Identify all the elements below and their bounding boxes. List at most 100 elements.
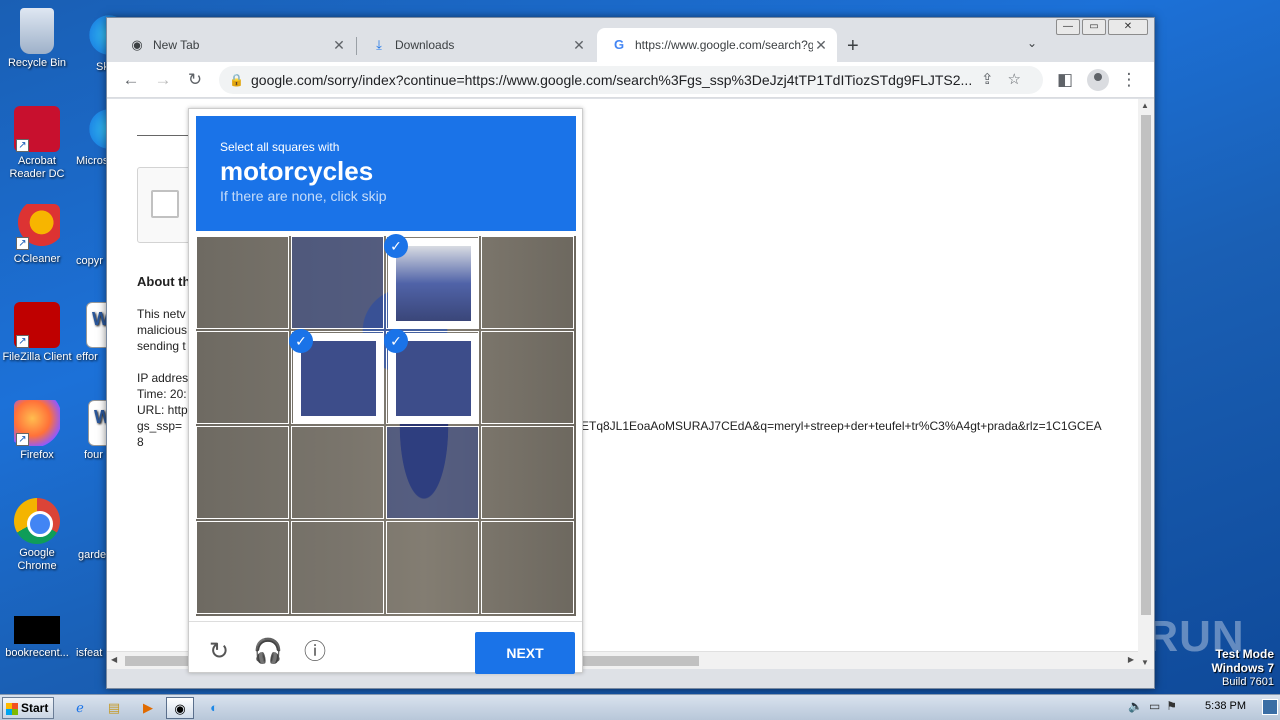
forward-arrow-icon[interactable]: → bbox=[151, 68, 175, 92]
grid-tile-selected[interactable]: ✓ bbox=[289, 329, 384, 424]
grid-tile[interactable] bbox=[196, 331, 289, 424]
profile-avatar-icon[interactable] bbox=[1087, 69, 1109, 91]
show-desktop-button[interactable] bbox=[1262, 699, 1278, 715]
check-icon: ✓ bbox=[384, 329, 408, 353]
url-line: URL: http bbox=[137, 403, 188, 417]
ie-icon[interactable]: ℯ bbox=[66, 697, 94, 719]
bookrecent-shortcut[interactable]: bookrecent... bbox=[0, 602, 74, 660]
info-icon[interactable]: ⓘ bbox=[301, 638, 329, 666]
start-button[interactable]: Start bbox=[2, 697, 54, 719]
share-star-icons[interactable]: ⇪☆ bbox=[981, 66, 1035, 94]
challenge-header: Select all squares with motorcycles If t… bbox=[196, 116, 576, 231]
icon-label: garde bbox=[78, 549, 107, 561]
scroll-down-icon[interactable]: ▼ bbox=[1141, 658, 1149, 667]
challenge-instruction: Select all squares with bbox=[220, 140, 340, 154]
challenge-target: motorcycles bbox=[220, 156, 374, 186]
close-tab-icon[interactable]: ✕ bbox=[331, 37, 347, 54]
body-text: This netv bbox=[137, 307, 186, 321]
chrome-icon bbox=[14, 498, 60, 544]
test-mode-line: Build 7601 bbox=[1222, 676, 1274, 688]
scroll-right-icon[interactable]: ▶ bbox=[1128, 655, 1134, 664]
grid-tile[interactable] bbox=[196, 426, 289, 519]
scroll-thumb[interactable] bbox=[1141, 115, 1151, 615]
about-heading: About th bbox=[137, 274, 191, 289]
chrome-shortcut[interactable]: Google Chrome bbox=[0, 498, 74, 573]
close-tab-icon[interactable]: ✕ bbox=[571, 37, 587, 54]
close-tab-icon[interactable]: ✕ bbox=[813, 37, 829, 54]
body-text: malicious bbox=[137, 323, 188, 337]
ccleaner-shortcut[interactable]: ↗ CCleaner bbox=[0, 204, 74, 266]
test-mode-notice: Test Mode Windows 7 Build 7601 bbox=[1211, 647, 1274, 689]
acrobat-shortcut[interactable]: ↗ Acrobat Reader DC bbox=[0, 106, 74, 181]
grid-tile[interactable] bbox=[291, 236, 384, 329]
icon-label: Google Chrome bbox=[17, 547, 57, 572]
edge-taskbar-icon[interactable]: ◐ bbox=[200, 697, 228, 719]
reload-icon[interactable]: ↻ bbox=[183, 68, 207, 92]
filezilla-shortcut[interactable]: ↗ FileZilla Client bbox=[0, 302, 74, 364]
challenge-footer: ↻ 🎧 ⓘ NEXT bbox=[189, 621, 582, 674]
grid-tile[interactable] bbox=[386, 426, 479, 519]
menu-kebab-icon[interactable]: ⋮ bbox=[1117, 68, 1141, 92]
ccleaner-icon: ↗ bbox=[14, 204, 60, 250]
clock[interactable]: 5:38 PM bbox=[1205, 700, 1246, 712]
icon-label: isfeat bbox=[76, 647, 103, 659]
firefox-shortcut[interactable]: ↗ Firefox bbox=[0, 400, 74, 462]
tab-title: Downloads bbox=[395, 38, 455, 52]
vertical-scrollbar[interactable]: ▲ ▼ bbox=[1138, 99, 1154, 669]
back-arrow-icon[interactable]: ← bbox=[119, 68, 143, 92]
next-button[interactable]: NEXT bbox=[475, 632, 575, 674]
firefox-icon: ↗ bbox=[14, 400, 60, 446]
new-tab-button[interactable]: + bbox=[847, 35, 859, 58]
icon-label: Acrobat Reader DC bbox=[9, 155, 65, 180]
tile-image bbox=[388, 333, 479, 424]
chrome-taskbar-icon[interactable]: ◉ bbox=[166, 697, 194, 719]
tab-bar: ◉ New Tab ✕ ⤓ Downloads ✕ G https://www.… bbox=[107, 27, 1154, 62]
file-icon bbox=[14, 616, 60, 644]
grid-tile[interactable] bbox=[481, 236, 574, 329]
chrome-icon: ◉ bbox=[131, 37, 143, 52]
icon-label: CCleaner bbox=[13, 253, 61, 265]
side-panel-icon[interactable]: ◧ bbox=[1053, 68, 1077, 92]
scroll-up-icon[interactable]: ▲ bbox=[1141, 101, 1149, 110]
grid-tile[interactable] bbox=[291, 521, 384, 614]
recaptcha-challenge: Select all squares with motorcycles If t… bbox=[188, 108, 583, 674]
url-line: gs_ssp= bbox=[137, 419, 183, 433]
grid-tile[interactable] bbox=[481, 426, 574, 519]
tray-icons[interactable]: 🔈▭⚑ bbox=[1128, 699, 1183, 713]
grid-tile-selected[interactable]: ✓ bbox=[384, 329, 479, 424]
image-grid: ✓ ✓ ✓ bbox=[196, 234, 576, 616]
recaptcha-checkbox[interactable] bbox=[151, 190, 179, 218]
grid-tile[interactable] bbox=[481, 331, 574, 424]
explorer-icon[interactable]: ▤ bbox=[100, 697, 128, 719]
media-player-icon[interactable]: ▶ bbox=[134, 697, 162, 719]
tab-downloads[interactable]: ⤓ Downloads ✕ bbox=[357, 28, 595, 62]
grid-tile[interactable] bbox=[196, 236, 289, 329]
tab-title: New Tab bbox=[153, 38, 200, 52]
scroll-left-icon[interactable]: ◀ bbox=[111, 655, 117, 664]
taskbar: Start ℯ ▤ ▶ ◉ ◐ 🔈▭⚑ 5:38 PM bbox=[0, 694, 1280, 720]
recycle-bin-shortcut[interactable]: Recycle Bin bbox=[0, 8, 74, 70]
icon-label: Sk bbox=[96, 61, 109, 73]
time-line: Time: 20: bbox=[137, 387, 187, 401]
icon-label: bookrecent... bbox=[5, 647, 69, 659]
grid-tile[interactable] bbox=[481, 521, 574, 614]
tile-image bbox=[293, 333, 384, 424]
icon-label: copyr bbox=[76, 255, 103, 267]
headphones-icon[interactable]: 🎧 bbox=[253, 638, 283, 666]
lock-icon: 🔒 bbox=[229, 73, 244, 87]
download-icon: ⤓ bbox=[376, 37, 382, 52]
grid-tile[interactable] bbox=[386, 521, 479, 614]
tab-search-chevron-icon[interactable]: ⌄ bbox=[1027, 36, 1037, 50]
test-mode-line: Test Mode bbox=[1215, 647, 1274, 661]
grid-tile[interactable] bbox=[291, 426, 384, 519]
reload-challenge-icon[interactable]: ↻ bbox=[205, 638, 233, 666]
grid-tile-selected[interactable]: ✓ bbox=[384, 234, 479, 329]
tab-google-search[interactable]: G https://www.google.com/search?gs ✕ bbox=[597, 28, 837, 62]
tab-new-tab[interactable]: ◉ New Tab ✕ bbox=[115, 28, 355, 62]
check-icon: ✓ bbox=[289, 329, 313, 353]
check-icon: ✓ bbox=[384, 234, 408, 258]
google-icon: G bbox=[613, 37, 625, 52]
grid-tile[interactable] bbox=[196, 521, 289, 614]
address-bar[interactable]: 🔒 google.com/sorry/index?continue=https:… bbox=[219, 66, 1043, 94]
browser-toolbar: ← → ↻ 🔒 google.com/sorry/index?continue=… bbox=[107, 62, 1154, 98]
